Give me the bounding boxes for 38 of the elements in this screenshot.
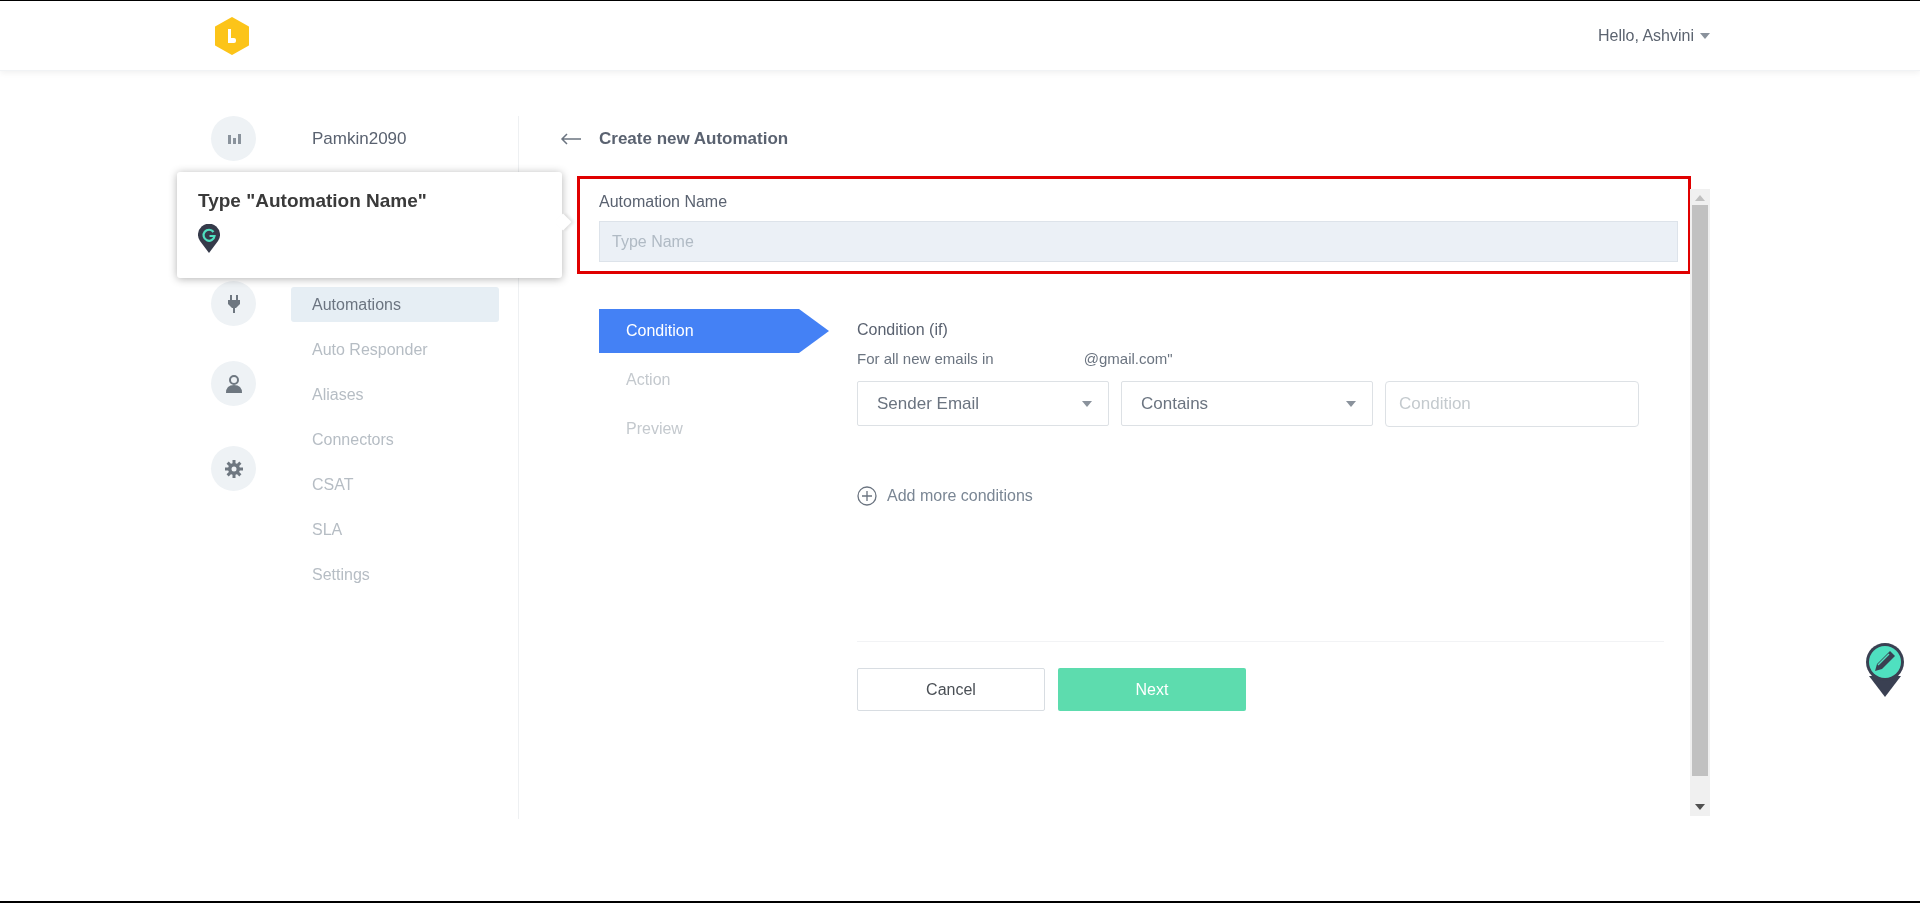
- pencil-pin-icon[interactable]: [1865, 642, 1905, 698]
- caret-icon: [1082, 400, 1092, 407]
- next-button[interactable]: Next: [1058, 668, 1246, 711]
- scrollbar-thumb[interactable]: [1692, 205, 1708, 776]
- scroll-down-icon[interactable]: [1695, 804, 1705, 810]
- operator-dropdown[interactable]: Contains: [1121, 381, 1373, 426]
- back-arrow-icon[interactable]: [560, 132, 582, 145]
- email-domain: @gmail.com": [1083, 350, 1173, 367]
- name-input-field[interactable]: Type Name: [599, 221, 1678, 262]
- sidebar-item[interactable]: Automations: [291, 287, 499, 322]
- user-menu[interactable]: Hello, Ashvini: [1597, 26, 1710, 45]
- chart-icon[interactable]: [211, 116, 256, 161]
- sidebar-item[interactable]: Auto Responder: [291, 332, 499, 367]
- tooltip-title: Type "Automation Name": [198, 190, 428, 212]
- cancel-button[interactable]: Cancel: [857, 668, 1045, 711]
- caret-icon: [1346, 400, 1356, 407]
- plus-circle-icon: [857, 486, 877, 506]
- sidebar-item[interactable]: SLA: [291, 512, 499, 547]
- sidebar-item[interactable]: CSAT: [291, 467, 499, 502]
- caret-icon: [1700, 32, 1710, 39]
- field-label: Automation Name: [599, 193, 729, 211]
- sidebar-item[interactable]: Aliases: [291, 377, 499, 412]
- step-tab[interactable]: Preview: [599, 407, 826, 451]
- condition-description: For all new emails in: [857, 350, 994, 367]
- scrollbar[interactable]: [1690, 189, 1710, 816]
- account-name: Pamkin2090: [311, 128, 408, 150]
- sidebar-item[interactable]: Connectors: [291, 422, 499, 457]
- sidebar-item[interactable]: Settings: [291, 557, 499, 592]
- condition-input-field[interactable]: Condition: [1385, 381, 1639, 427]
- step-tab[interactable]: Action: [599, 358, 826, 402]
- add-conditions-link[interactable]: Add more conditions: [857, 486, 1033, 506]
- plug-icon[interactable]: [211, 281, 256, 326]
- settings-icon[interactable]: [211, 446, 256, 491]
- page-title: Create new Automation: [599, 128, 789, 149]
- map-pin-icon: [198, 224, 220, 254]
- condition-heading: Condition (if): [857, 321, 949, 339]
- person-icon[interactable]: [211, 361, 256, 406]
- field-dropdown[interactable]: Sender Email: [857, 381, 1109, 426]
